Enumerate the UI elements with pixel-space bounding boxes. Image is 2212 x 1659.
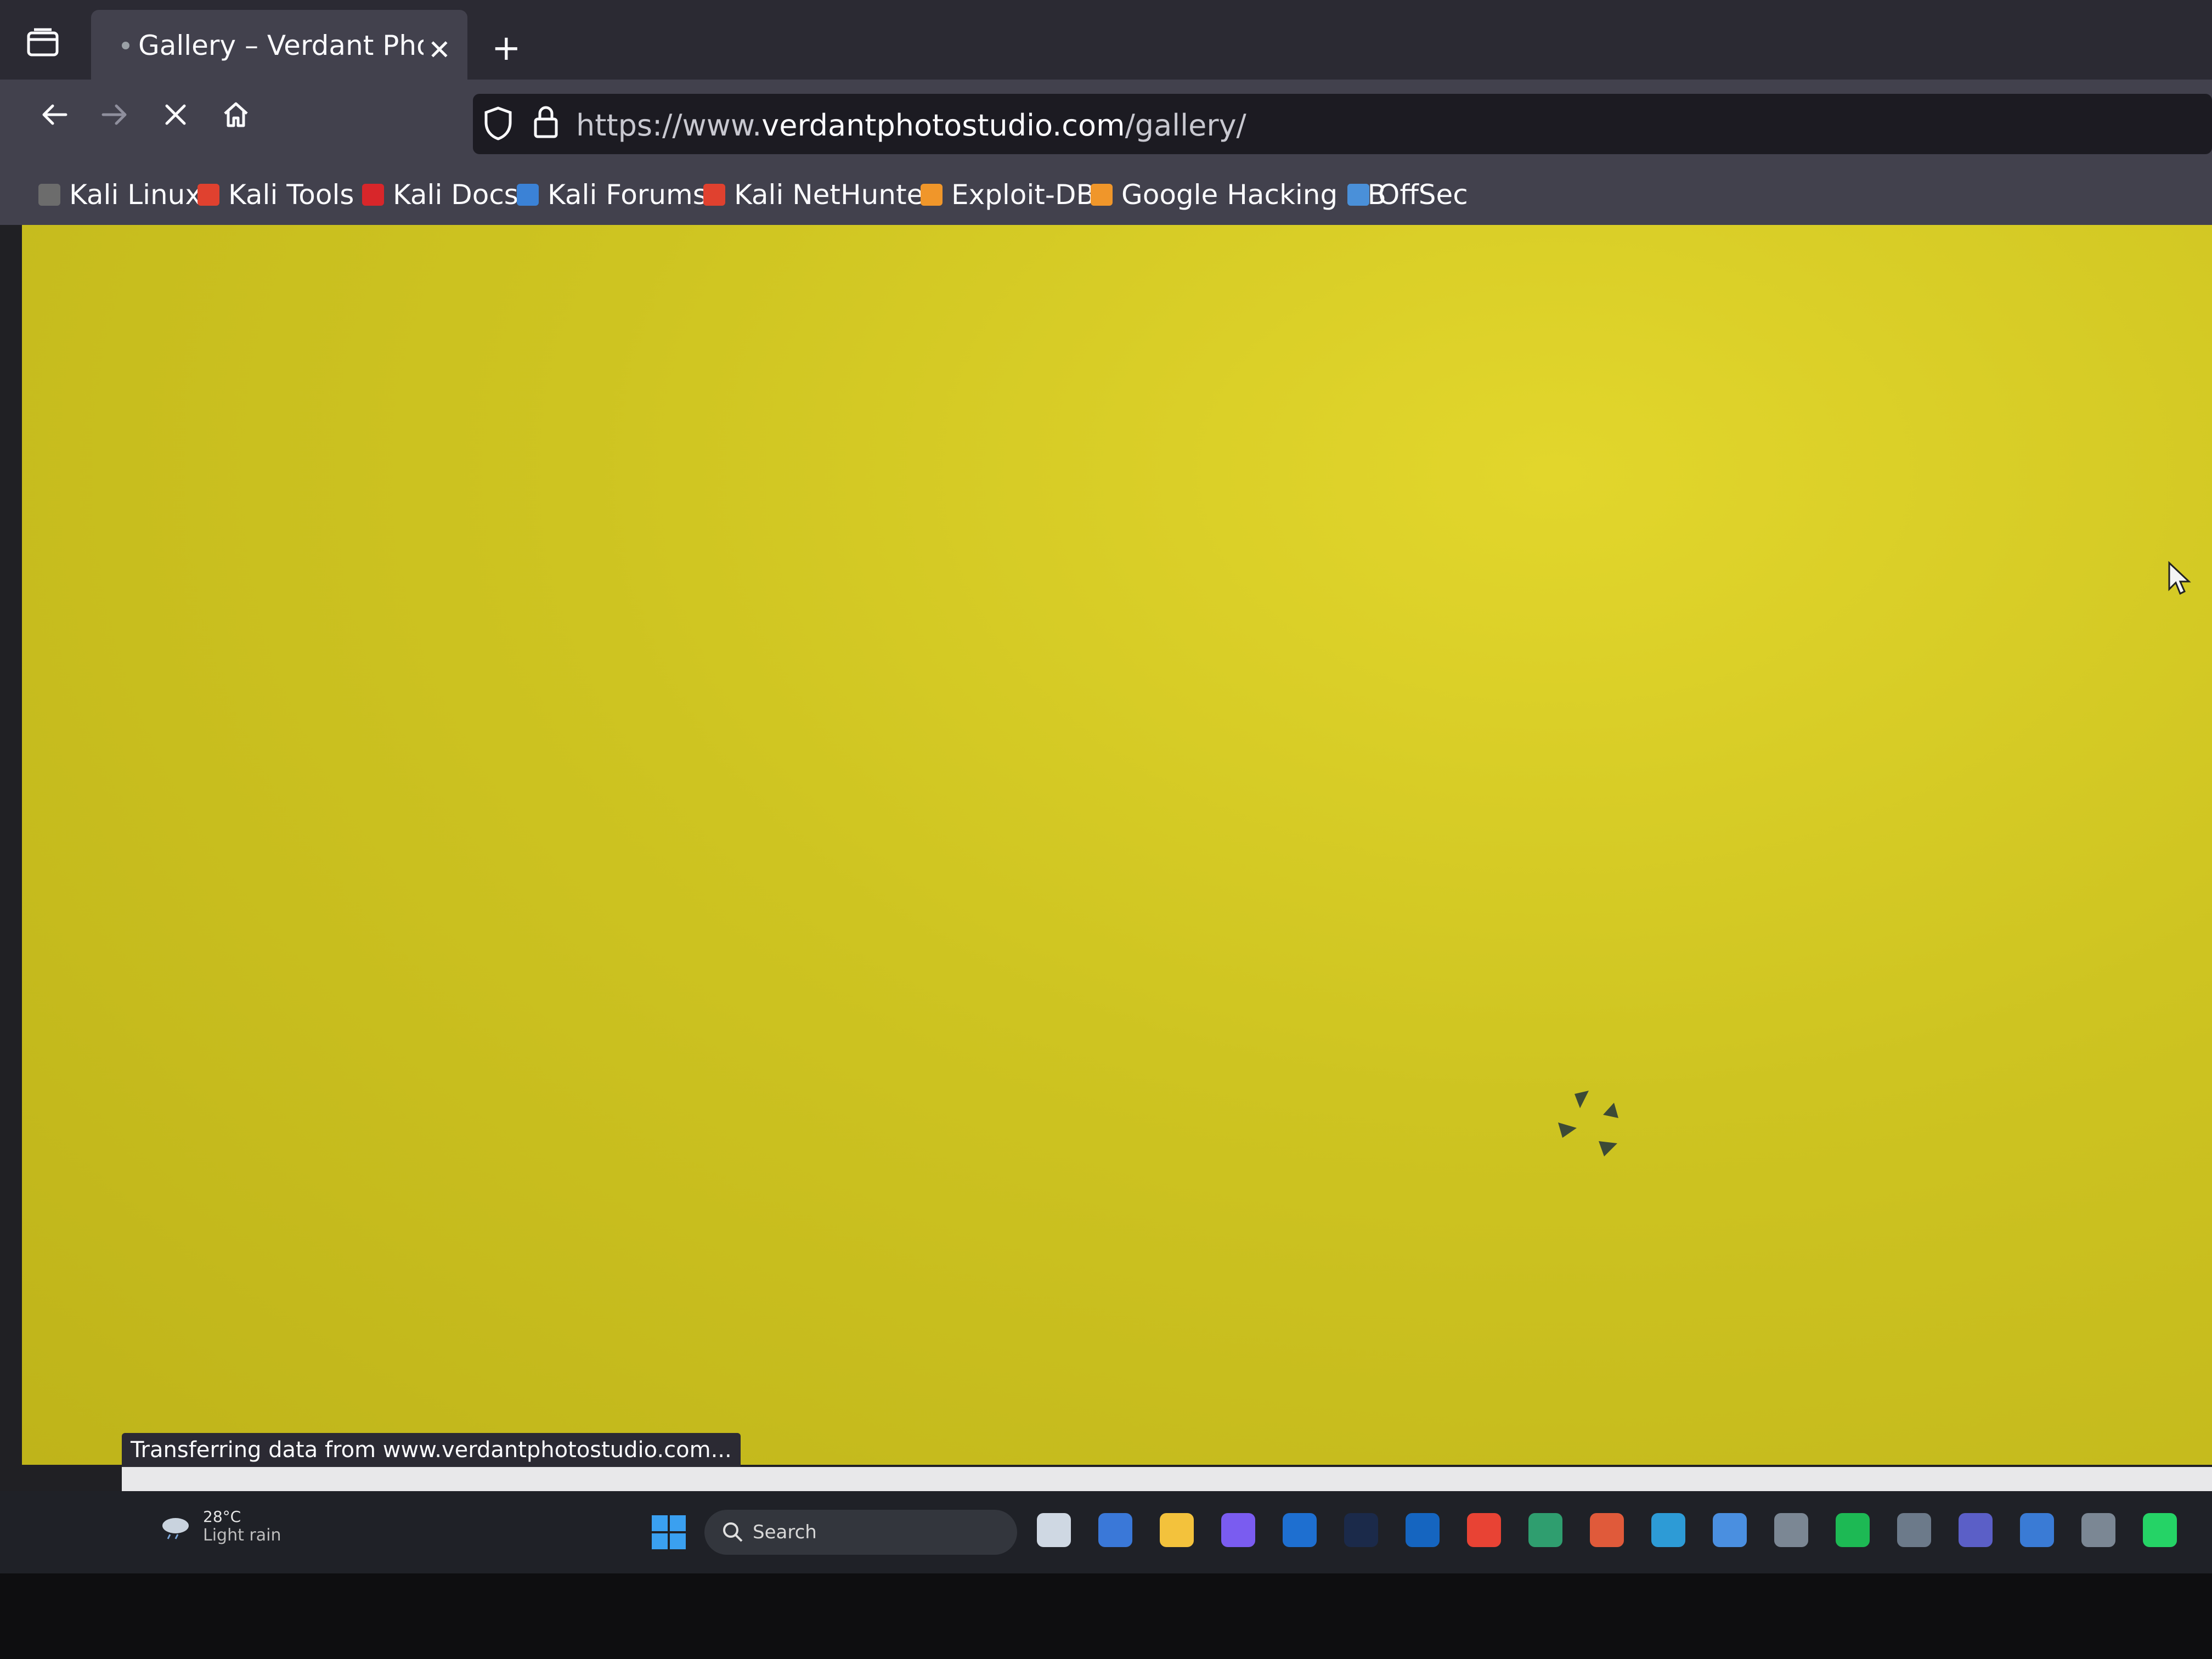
tab-gallery[interactable]: Gallery – Verdant Photo S ✕ — [91, 10, 467, 81]
task-view-icon[interactable] — [1037, 1513, 1071, 1547]
bookmark-kali-tools[interactable]: Kali Tools — [198, 176, 354, 214]
back-icon[interactable] — [40, 99, 70, 136]
bookmark-offsec[interactable]: OffSec — [1347, 176, 1468, 214]
kali-dragon-icon — [38, 184, 60, 206]
bookmark-label: Kali NetHunter — [734, 179, 935, 211]
bookmark-label: Kali Forums — [548, 179, 707, 211]
spotify-icon[interactable] — [1836, 1513, 1870, 1547]
new-tab-button[interactable]: + — [492, 31, 521, 66]
ghdb-icon — [1091, 184, 1113, 206]
whatsapp-icon[interactable] — [2143, 1513, 2177, 1547]
loading-spinner-icon — [1558, 1091, 1618, 1156]
weather-description: Light rain — [203, 1526, 281, 1545]
bookmark-kali-nethunter[interactable]: Kali NetHunter — [703, 176, 935, 214]
bookmark-kali-linux[interactable]: Kali Linux — [38, 176, 201, 214]
tab-strip: Gallery – Verdant Photo S ✕ + — [0, 0, 2212, 81]
bookmark-kali-docs[interactable]: Kali Docs — [362, 176, 518, 214]
app-icon[interactable] — [2081, 1513, 2115, 1547]
tab-title: Gallery – Verdant Photo S — [138, 30, 424, 61]
kali-nethunter-icon — [703, 184, 725, 206]
bookmark-label: Google Hacking DB — [1121, 179, 1386, 211]
bookmark-label: Kali Linux — [69, 179, 201, 211]
lock-icon[interactable] — [532, 104, 560, 142]
forward-icon[interactable] — [99, 99, 129, 136]
copilot-icon[interactable] — [1221, 1513, 1255, 1547]
tab-close-icon[interactable]: ✕ — [428, 34, 451, 66]
search-icon — [723, 1522, 743, 1542]
bookmark-google-hacking-db[interactable]: Google Hacking DB — [1091, 176, 1386, 214]
chrome-beta-icon[interactable] — [1713, 1513, 1747, 1547]
status-text: Transferring data from www.verdantphotos… — [122, 1433, 741, 1467]
windows-start-icon[interactable] — [651, 1514, 687, 1550]
home-icon[interactable] — [221, 99, 251, 136]
weather-temperature: 28°C — [203, 1508, 241, 1526]
bookmark-label: Kali Tools — [228, 179, 354, 211]
url-domain: verdantphotostudio.com — [761, 108, 1125, 143]
store-icon[interactable] — [1098, 1513, 1132, 1547]
exploit-db-icon — [921, 184, 943, 206]
tab-list-icon[interactable] — [26, 27, 59, 58]
taskbar-search[interactable]: Search — [704, 1510, 1017, 1555]
url-prefix: https://www. — [576, 108, 762, 143]
bookmark-label: Exploit-DB — [951, 179, 1095, 211]
file-explorer-icon[interactable] — [1160, 1513, 1194, 1547]
kali-tools-icon — [198, 184, 219, 206]
loading-progress-bar — [122, 1467, 2212, 1491]
url-text[interactable]: https://www.verdantphotostudio.com/galle… — [576, 108, 1246, 143]
kali-docs-icon — [362, 184, 384, 206]
photos-icon[interactable] — [1897, 1513, 1931, 1547]
taskbar: 28°C Light rain Search — [0, 1491, 2212, 1573]
photoshop-icon[interactable] — [1344, 1513, 1378, 1547]
mouse-cursor-icon — [2168, 561, 2191, 595]
kali-forums-icon — [517, 184, 539, 206]
screen: Gallery – Verdant Photo S ✕ + https://ww… — [0, 0, 2212, 1659]
url-path: /gallery/ — [1125, 108, 1246, 143]
bookmark-label: OffSec — [1378, 179, 1468, 211]
offsec-icon — [1347, 184, 1369, 206]
outlook-icon[interactable] — [1283, 1513, 1317, 1547]
weather-widget[interactable]: 28°C Light rain — [159, 1508, 281, 1545]
tracking-protection-icon[interactable] — [483, 106, 514, 143]
search-label: Search — [753, 1521, 817, 1543]
app-icon[interactable] — [1590, 1513, 1624, 1547]
bookmark-kali-forums[interactable]: Kali Forums — [517, 176, 707, 214]
app-icon[interactable] — [1774, 1513, 1808, 1547]
remote-desktop-icon[interactable] — [2020, 1513, 2054, 1547]
navigation-bar: https://www.verdantphotostudio.com/galle… — [0, 80, 2212, 165]
bookmarks-toolbar: Kali Linux Kali Tools Kali Docs Kali For… — [0, 165, 2212, 225]
teams-icon[interactable] — [1959, 1513, 1993, 1547]
tab-loading-dot — [122, 42, 129, 49]
bookmark-exploit-db[interactable]: Exploit-DB — [921, 176, 1095, 214]
page-content — [22, 225, 2212, 1465]
chrome-icon[interactable] — [1467, 1513, 1501, 1547]
bookmark-label: Kali Docs — [393, 179, 518, 211]
taskbar-apps — [1037, 1513, 2204, 1553]
outlook-classic-icon[interactable] — [1406, 1513, 1440, 1547]
screen-bezel — [0, 1573, 2212, 1659]
app-icon[interactable] — [1528, 1513, 1562, 1547]
cloud-rain-icon — [162, 1518, 189, 1539]
edge-icon[interactable] — [1651, 1513, 1685, 1547]
stop-loading-icon[interactable] — [160, 99, 191, 136]
url-bar[interactable]: https://www.verdantphotostudio.com/galle… — [473, 94, 2212, 154]
